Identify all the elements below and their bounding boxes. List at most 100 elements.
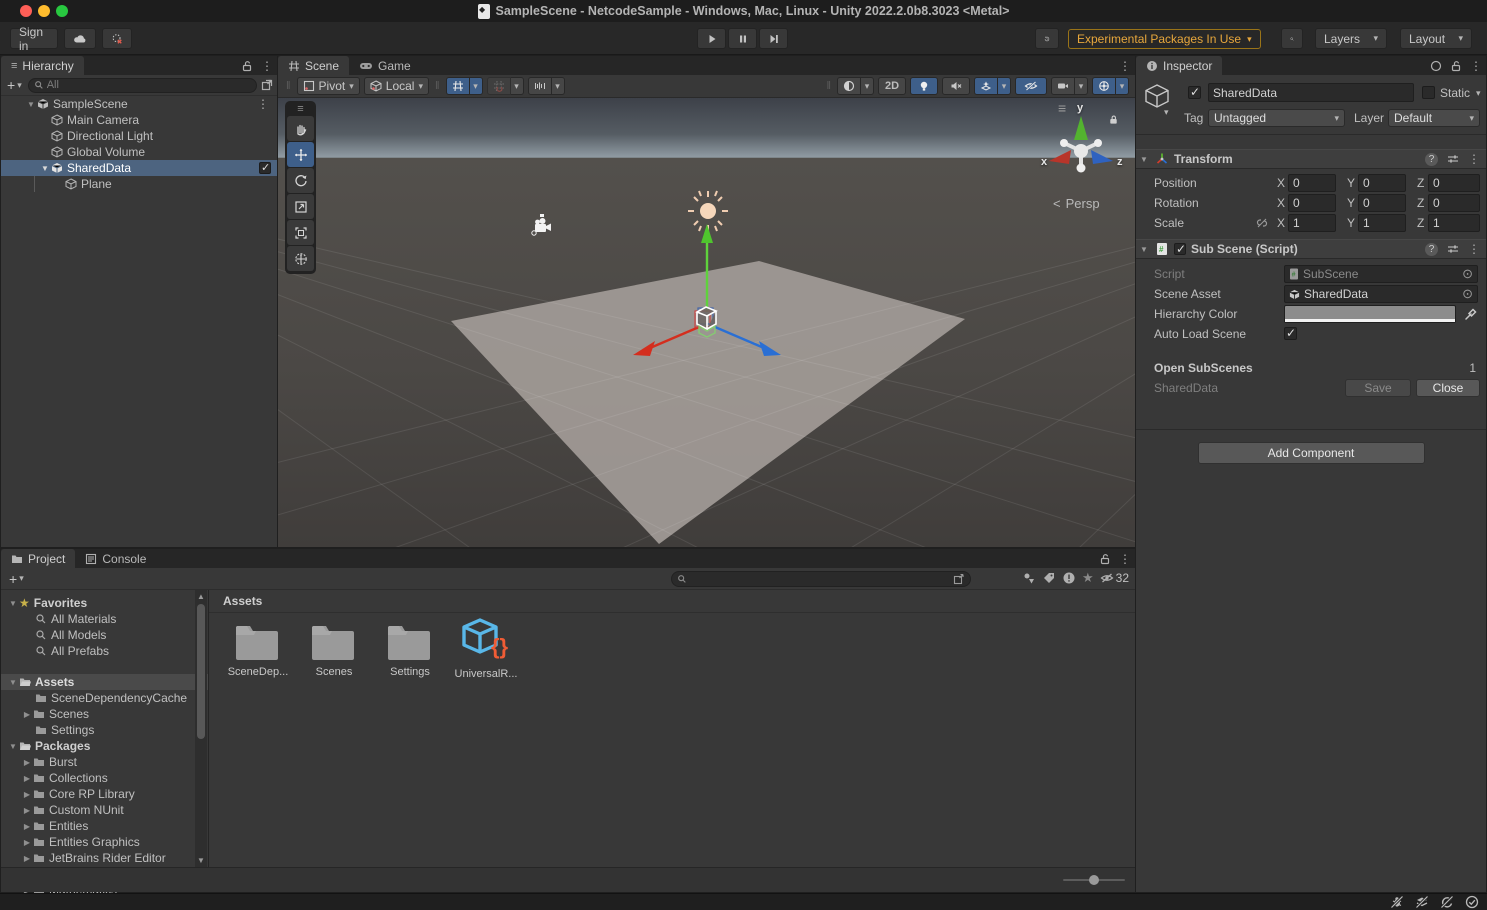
- debug-circle-icon[interactable]: [1430, 60, 1442, 72]
- transform-tool-button[interactable]: [287, 246, 314, 271]
- pause-button[interactable]: [728, 28, 757, 49]
- rotate-tool-button[interactable]: [287, 168, 314, 193]
- camera-settings-button[interactable]: [1051, 77, 1075, 95]
- static-checkbox[interactable]: [1422, 86, 1435, 99]
- favorites-star-icon[interactable]: ★: [1082, 570, 1094, 586]
- experimental-packages-dropdown[interactable]: Experimental Packages In Use ▾: [1068, 29, 1261, 49]
- cloud-services-button[interactable]: [64, 28, 96, 49]
- script-field[interactable]: # SubScene ⊙: [1284, 265, 1478, 283]
- hierarchy-menu-icon[interactable]: ⋮: [261, 59, 273, 73]
- rotation-z-field[interactable]: [1428, 194, 1480, 212]
- scene-menu-icon[interactable]: ⋮: [1119, 59, 1131, 73]
- scroll-down-icon[interactable]: ▼: [195, 856, 207, 865]
- foldout-icon[interactable]: ▶: [21, 806, 33, 815]
- tree-item-custom-nunit[interactable]: ▶ Custom NUnit: [1, 802, 208, 818]
- gizmo-x-cone[interactable]: [1049, 150, 1071, 164]
- gameobject-name-field[interactable]: [1208, 83, 1414, 102]
- hierarchy-create-button[interactable]: +▾: [5, 77, 24, 93]
- toolbar-grip[interactable]: ‖: [284, 80, 293, 92]
- project-search-input[interactable]: [690, 573, 950, 585]
- foldout-icon[interactable]: ▼: [7, 678, 19, 687]
- scene-menu-icon[interactable]: ⋮: [257, 97, 269, 111]
- save-button[interactable]: Save: [1345, 379, 1411, 397]
- window-picker-icon[interactable]: [953, 573, 965, 585]
- tree-item-settings[interactable]: Settings: [1, 722, 208, 738]
- tree-item-all-prefabs[interactable]: All Prefabs: [1, 643, 208, 659]
- unlock-icon[interactable]: [1099, 553, 1111, 565]
- static-dropdown-caret[interactable]: ▾: [1476, 88, 1481, 99]
- gameobject-cube-icon[interactable]: [1144, 83, 1170, 109]
- hierarchy-item-samplescene[interactable]: ▼ SampleScene ⋮: [1, 96, 277, 112]
- snap-options-dropdown[interactable]: ▾: [511, 77, 524, 95]
- grid-options-dropdown[interactable]: ▾: [470, 77, 483, 95]
- scale-x-field[interactable]: [1288, 214, 1336, 232]
- hierarchy-search[interactable]: [28, 78, 257, 93]
- grid-visibility-toggle[interactable]: [446, 77, 470, 95]
- component-menu-icon[interactable]: ⋮: [1468, 242, 1480, 256]
- subscene-loaded-checkbox[interactable]: [259, 162, 271, 174]
- snap-increment-dropdown[interactable]: ▾: [552, 77, 565, 95]
- snap-toggle[interactable]: [487, 77, 511, 95]
- tab-console[interactable]: Console: [75, 549, 156, 568]
- orientation-gizmo[interactable]: [1049, 116, 1113, 173]
- tab-project[interactable]: Project: [1, 549, 75, 568]
- layers-dropdown[interactable]: Layers ▾: [1315, 28, 1387, 49]
- foldout-icon[interactable]: ▶: [21, 854, 33, 863]
- snap-increment-button[interactable]: [528, 77, 552, 95]
- foldout-icon[interactable]: ▼: [1140, 245, 1150, 254]
- search-by-type-icon[interactable]: [1022, 571, 1036, 585]
- slider-thumb[interactable]: [1089, 875, 1099, 885]
- tab-scene[interactable]: Scene: [278, 56, 349, 75]
- tab-hierarchy[interactable]: ≡ Hierarchy: [1, 56, 84, 75]
- component-menu-icon[interactable]: ⋮: [1468, 152, 1480, 166]
- draw-mode-dropdown[interactable]: ▾: [861, 77, 874, 95]
- tab-inspector[interactable]: Inspector: [1136, 56, 1222, 75]
- presets-icon[interactable]: [1447, 153, 1459, 165]
- hidden-items-button[interactable]: 32: [1100, 571, 1129, 585]
- bug-slash-icon[interactable]: [1390, 895, 1404, 909]
- position-y-field[interactable]: [1358, 174, 1406, 192]
- scrollbar-thumb[interactable]: [197, 604, 205, 739]
- unlock-icon[interactable]: [241, 60, 253, 72]
- icon-picker-caret[interactable]: ▾: [1164, 107, 1169, 118]
- tree-scrollbar[interactable]: ▲ ▼: [195, 590, 207, 867]
- rect-tool-button[interactable]: [287, 220, 314, 245]
- asset-tile-settings[interactable]: Settings: [375, 622, 445, 678]
- label-tag-icon[interactable]: [1042, 571, 1056, 585]
- foldout-icon[interactable]: ▶: [21, 710, 33, 719]
- tag-dropdown[interactable]: Untagged▾: [1208, 109, 1345, 127]
- foldout-icon[interactable]: ▶: [21, 790, 33, 799]
- hierarchy-item-global-volume[interactable]: Global Volume: [1, 144, 277, 160]
- camera-settings-dropdown[interactable]: ▾: [1075, 77, 1088, 95]
- color-swatch[interactable]: [1284, 305, 1456, 323]
- tree-item-all-materials[interactable]: All Materials: [1, 611, 208, 627]
- toolbar-grip[interactable]: ‖: [824, 80, 833, 92]
- search-button[interactable]: [1281, 28, 1303, 49]
- move-tool-button[interactable]: [287, 142, 314, 167]
- thumbnail-size-slider[interactable]: [1063, 879, 1125, 881]
- foldout-icon[interactable]: ▶: [21, 774, 33, 783]
- foldout-icon[interactable]: ▶: [21, 822, 33, 831]
- hierarchy-item-shareddata[interactable]: ▼ SharedData: [1, 160, 277, 176]
- handle-rotation-dropdown[interactable]: Local▾: [364, 77, 429, 95]
- position-z-field[interactable]: [1428, 174, 1480, 192]
- scene-visibility-toggle[interactable]: [1015, 77, 1047, 95]
- tree-item-jetbrains-rider-editor[interactable]: ▶ JetBrains Rider Editor: [1, 850, 208, 866]
- presets-icon[interactable]: [1447, 243, 1459, 255]
- add-component-button[interactable]: Add Component: [1198, 442, 1425, 464]
- close-button[interactable]: Close: [1416, 379, 1480, 397]
- projection-toggle[interactable]: < Persp: [1053, 196, 1100, 211]
- check-circle-icon[interactable]: [1465, 895, 1479, 909]
- directional-light-gizmo[interactable]: [688, 191, 728, 231]
- project-menu-icon[interactable]: ⋮: [1119, 552, 1131, 566]
- hand-tool-button[interactable]: [287, 116, 314, 141]
- tree-item-core-rp-library[interactable]: ▶ Core RP Library: [1, 786, 208, 802]
- unlock-icon[interactable]: [1450, 60, 1462, 72]
- undo-history-button[interactable]: [1035, 28, 1059, 49]
- rotation-x-field[interactable]: [1288, 194, 1336, 212]
- layers-slash-icon[interactable]: [1415, 895, 1429, 909]
- draw-mode-button[interactable]: [837, 77, 861, 95]
- tree-item-burst[interactable]: ▶ Burst: [1, 754, 208, 770]
- hierarchy-item-plane[interactable]: Plane: [1, 176, 277, 192]
- auto-load-checkbox[interactable]: [1284, 327, 1297, 340]
